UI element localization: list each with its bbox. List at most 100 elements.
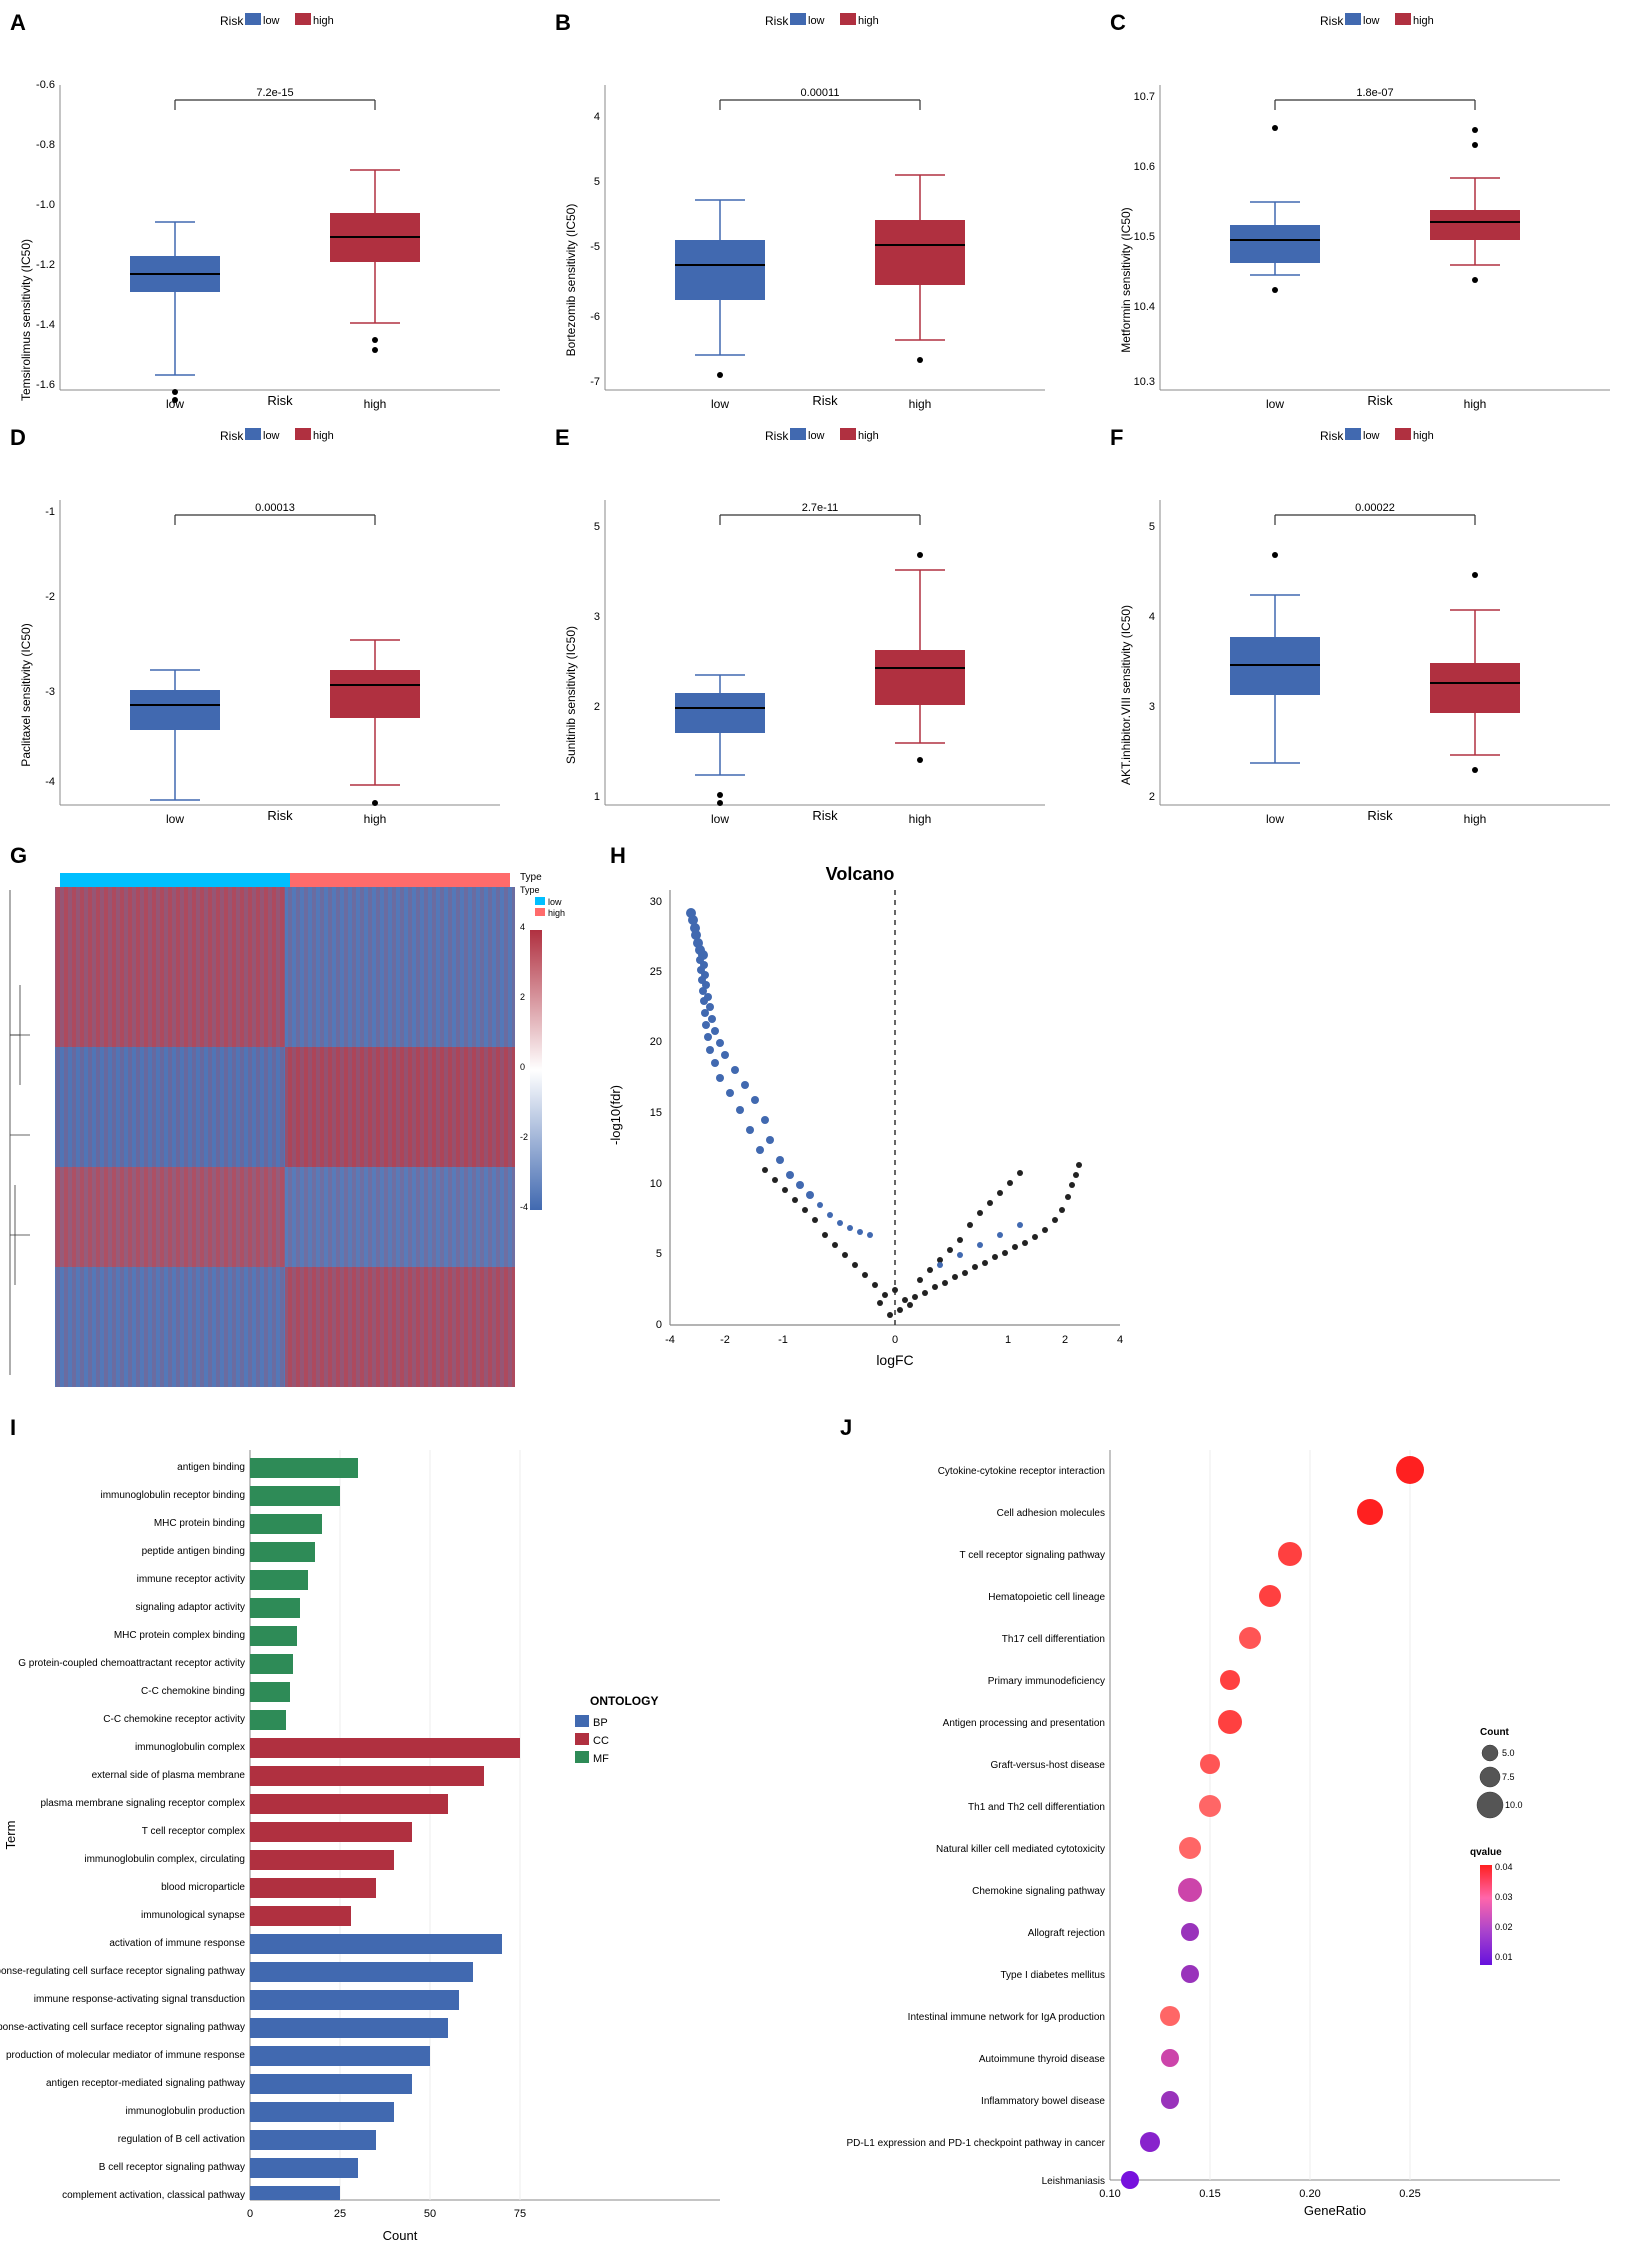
svg-text:-1.2: -1.2 bbox=[36, 259, 55, 271]
svg-text:3: 3 bbox=[594, 611, 600, 623]
svg-text:Primary immunodeficiency: Primary immunodeficiency bbox=[988, 1676, 1105, 1687]
svg-text:0: 0 bbox=[892, 1334, 898, 1346]
svg-text:3: 3 bbox=[1149, 701, 1155, 713]
svg-text:Hematopoietic cell lineage: Hematopoietic cell lineage bbox=[988, 1592, 1105, 1603]
svg-text:signaling adaptor activity: signaling adaptor activity bbox=[135, 1602, 245, 1613]
svg-text:I: I bbox=[10, 1415, 16, 1440]
svg-text:AKT.inhibitor.VIII sensitivity: AKT.inhibitor.VIII sensitivity (IC50) bbox=[1119, 605, 1133, 785]
svg-text:T cell receptor signaling path: T cell receptor signaling pathway bbox=[960, 1550, 1105, 1561]
svg-text:low: low bbox=[1363, 430, 1380, 442]
svg-text:low: low bbox=[263, 430, 280, 442]
svg-text:ONTOLOGY: ONTOLOGY bbox=[590, 1694, 658, 1708]
svg-text:plasma membrane signaling rece: plasma membrane signaling receptor compl… bbox=[40, 1798, 245, 1809]
svg-text:Allograft rejection: Allograft rejection bbox=[1028, 1928, 1105, 1939]
svg-text:-6: -6 bbox=[590, 311, 600, 323]
svg-text:5: 5 bbox=[656, 1248, 662, 1260]
svg-text:immunoglobulin receptor bindin: immunoglobulin receptor binding bbox=[100, 1490, 245, 1501]
svg-text:Risk: Risk bbox=[1320, 429, 1344, 443]
svg-text:low: low bbox=[263, 15, 280, 27]
svg-text:Risk: Risk bbox=[812, 808, 838, 823]
svg-text:0: 0 bbox=[656, 1319, 662, 1331]
svg-text:logFC: logFC bbox=[876, 1352, 913, 1368]
svg-text:B: B bbox=[555, 10, 571, 35]
svg-text:Paclitaxel sensitivity (IC50): Paclitaxel sensitivity (IC50) bbox=[19, 623, 33, 766]
svg-text:immune response-regulating cel: immune response-regulating cell surface … bbox=[0, 1966, 245, 1977]
svg-text:immunoglobulin complex: immunoglobulin complex bbox=[135, 1742, 245, 1753]
svg-text:GeneRatio: GeneRatio bbox=[1304, 2203, 1366, 2218]
panel-b: B Risk low high Bortezomib sensitivity (… bbox=[545, 0, 1085, 420]
svg-text:Sunitinib sensitivity (IC50): Sunitinib sensitivity (IC50) bbox=[564, 626, 578, 764]
panel-f: F Risk low high AKT.inhibitor.VIII sensi… bbox=[1100, 415, 1643, 835]
svg-text:5: 5 bbox=[1149, 521, 1155, 533]
svg-text:5: 5 bbox=[594, 176, 600, 188]
svg-text:immune receptor activity: immune receptor activity bbox=[137, 1574, 245, 1585]
panel-e: E Risk low high Sunitinib sensitivity (I… bbox=[545, 415, 1085, 835]
svg-text:high: high bbox=[1464, 812, 1487, 826]
svg-text:-4: -4 bbox=[665, 1334, 675, 1346]
svg-text:Risk: Risk bbox=[1367, 393, 1393, 408]
svg-text:Risk: Risk bbox=[1320, 14, 1344, 28]
svg-text:0.01: 0.01 bbox=[1495, 1952, 1513, 1962]
svg-text:-1.0: -1.0 bbox=[36, 199, 55, 211]
svg-text:high: high bbox=[858, 430, 879, 442]
svg-text:activation of immune response: activation of immune response bbox=[109, 1938, 245, 1949]
svg-text:0: 0 bbox=[247, 2208, 253, 2220]
svg-text:4: 4 bbox=[594, 111, 600, 123]
svg-text:peptide antigen binding: peptide antigen binding bbox=[142, 1546, 245, 1557]
svg-text:75: 75 bbox=[514, 2208, 526, 2220]
svg-text:30: 30 bbox=[650, 896, 662, 908]
svg-text:Risk: Risk bbox=[220, 429, 244, 443]
svg-text:antigen receptor-mediated sign: antigen receptor-mediated signaling path… bbox=[46, 2078, 245, 2089]
svg-text:Autoimmune thyroid disease: Autoimmune thyroid disease bbox=[979, 2054, 1106, 2065]
svg-text:0.20: 0.20 bbox=[1299, 2188, 1320, 2200]
svg-text:-2: -2 bbox=[720, 1334, 730, 1346]
svg-text:1: 1 bbox=[1005, 1334, 1011, 1346]
svg-text:immune response-activating cel: immune response-activating cell surface … bbox=[0, 2022, 245, 2033]
svg-text:Risk: Risk bbox=[765, 429, 789, 443]
panel-a-label: A bbox=[10, 10, 26, 35]
svg-text:Graft-versus-host disease: Graft-versus-host disease bbox=[991, 1760, 1106, 1771]
svg-text:2: 2 bbox=[1062, 1334, 1068, 1346]
svg-text:low: low bbox=[1266, 397, 1284, 411]
svg-text:high: high bbox=[1413, 15, 1434, 27]
svg-text:high: high bbox=[364, 812, 387, 826]
svg-text:C: C bbox=[1110, 10, 1126, 35]
svg-text:high: high bbox=[1413, 430, 1434, 442]
svg-text:10.3: 10.3 bbox=[1134, 376, 1155, 388]
svg-text:Cytokine-cytokine receptor int: Cytokine-cytokine receptor interaction bbox=[938, 1466, 1105, 1477]
svg-text:C-C chemokine receptor activit: C-C chemokine receptor activity bbox=[103, 1714, 245, 1725]
svg-text:Metformin sensitivity (IC50): Metformin sensitivity (IC50) bbox=[1119, 207, 1133, 352]
svg-text:2.7e-11: 2.7e-11 bbox=[802, 502, 839, 514]
svg-text:immunoglobulin complex, circul: immunoglobulin complex, circulating bbox=[84, 1854, 245, 1865]
svg-text:10.0: 10.0 bbox=[1505, 1800, 1523, 1810]
svg-text:0.03: 0.03 bbox=[1495, 1892, 1513, 1902]
svg-text:-2: -2 bbox=[520, 1132, 528, 1142]
svg-text:high: high bbox=[548, 908, 565, 918]
svg-text:Count: Count bbox=[383, 2228, 418, 2243]
svg-text:low: low bbox=[1363, 15, 1380, 27]
svg-text:7.5: 7.5 bbox=[1502, 1772, 1515, 1782]
svg-text:-5: -5 bbox=[590, 241, 600, 253]
svg-text:2: 2 bbox=[520, 992, 525, 1002]
svg-text:-3: -3 bbox=[45, 686, 55, 698]
svg-text:-1.4: -1.4 bbox=[36, 319, 55, 331]
svg-text:0.25: 0.25 bbox=[1399, 2188, 1420, 2200]
svg-text:10.6: 10.6 bbox=[1134, 161, 1155, 173]
svg-text:-2: -2 bbox=[45, 591, 55, 603]
svg-text:F: F bbox=[1110, 425, 1123, 450]
svg-text:10.4: 10.4 bbox=[1134, 301, 1155, 313]
svg-text:-0.6: -0.6 bbox=[36, 79, 55, 91]
svg-text:low: low bbox=[1266, 812, 1284, 826]
svg-text:Type: Type bbox=[520, 885, 540, 895]
panel-g: G Type Type low high 4 2 0 -2 -4 bbox=[0, 835, 600, 1405]
svg-text:production of molecular mediat: production of molecular mediator of immu… bbox=[6, 2050, 245, 2061]
svg-text:-1.6: -1.6 bbox=[36, 379, 55, 391]
svg-text:Type: Type bbox=[520, 872, 542, 883]
svg-text:Risk: Risk bbox=[220, 14, 244, 28]
svg-text:Intestinal immune network for: Intestinal immune network for IgA produc… bbox=[908, 2012, 1105, 2023]
svg-text:low: low bbox=[808, 430, 825, 442]
svg-text:MHC protein complex binding: MHC protein complex binding bbox=[114, 1630, 245, 1641]
svg-text:0: 0 bbox=[520, 1062, 525, 1072]
svg-text:low: low bbox=[711, 397, 729, 411]
svg-text:-1: -1 bbox=[45, 506, 55, 518]
